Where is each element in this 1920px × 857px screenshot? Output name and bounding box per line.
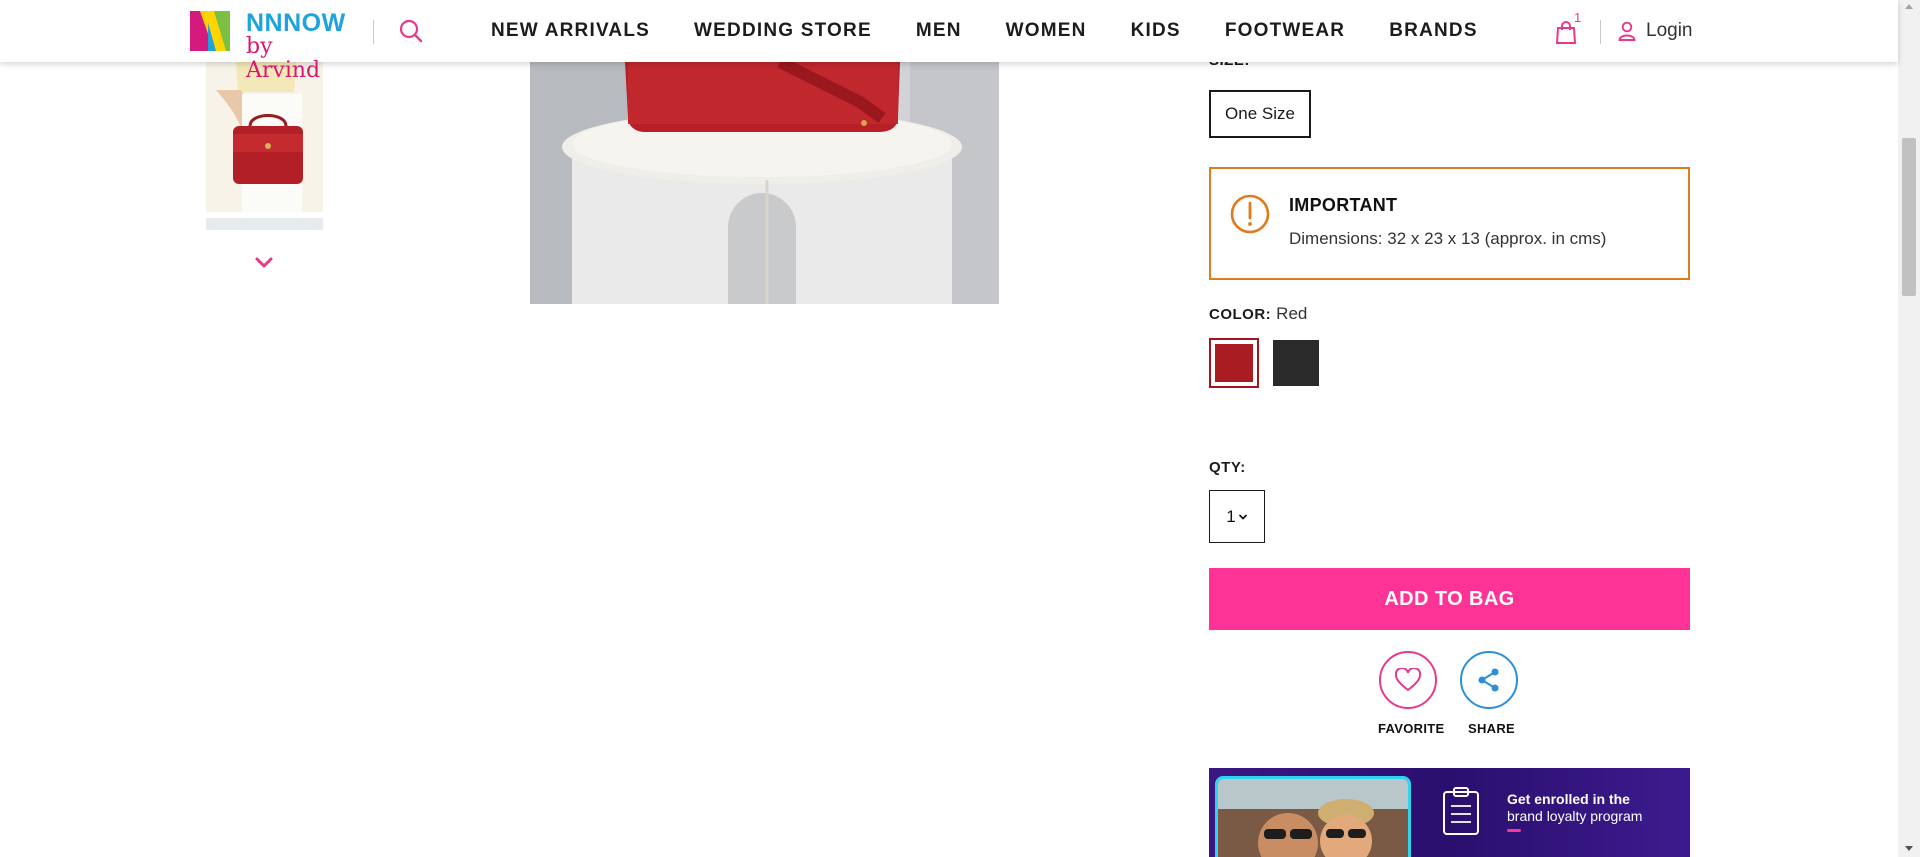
header-divider (373, 20, 374, 44)
color-label: COLOR: (1209, 306, 1272, 323)
nav-wedding-store[interactable]: WEDDING STORE (694, 18, 872, 44)
promo-line1: Get enrolled in the (1507, 791, 1630, 807)
product-photo (530, 62, 999, 304)
color-value: Red (1276, 304, 1308, 323)
thumbnail-image (206, 62, 323, 212)
logo-mark-icon (190, 11, 230, 51)
nav-men[interactable]: MEN (916, 18, 962, 44)
logo-sub: by Arvind (246, 34, 321, 83)
page-scrollbar[interactable] (1898, 0, 1920, 857)
share-button[interactable] (1460, 651, 1518, 709)
nav-new-arrivals[interactable]: NEW ARRIVALS (491, 18, 650, 44)
login-label: Login (1646, 20, 1693, 41)
promo-accent (1507, 829, 1521, 832)
qty-label: QTY: (1209, 459, 1246, 476)
color-row: COLOR: Red (1209, 304, 1307, 324)
site-header: NNNOW by Arvind NEW ARRIVALS WEDDING STO… (0, 0, 1898, 83)
color-swatch-red[interactable] (1209, 338, 1259, 388)
nav-kids[interactable]: KIDS (1131, 18, 1181, 44)
share-icon (1478, 668, 1499, 692)
chevron-down-icon[interactable] (252, 254, 276, 272)
promo-line2: brand loyalty program (1507, 808, 1643, 824)
promo-photo (1215, 776, 1411, 857)
next-thumbnail-peek[interactable] (206, 218, 323, 230)
color-swatch-black[interactable] (1273, 340, 1319, 386)
loyalty-promo-banner[interactable]: Get enrolled in the brand loyalty progra… (1209, 768, 1690, 857)
bag-count-badge: 1 (1574, 10, 1582, 25)
search-icon[interactable] (398, 18, 424, 44)
chevron-down-icon (1238, 513, 1247, 520)
login-link[interactable]: Login (1618, 18, 1693, 44)
scroll-up-icon[interactable] (1905, 4, 1913, 9)
important-title: IMPORTANT (1289, 195, 1398, 215)
favorite-button[interactable] (1379, 651, 1437, 709)
share-label: SHARE (1468, 721, 1516, 736)
important-notice: IMPORTANT Dimensions: 32 x 23 x 13 (appr… (1209, 167, 1690, 280)
heart-icon (1395, 668, 1421, 692)
nav-footwear[interactable]: FOOTWEAR (1225, 18, 1345, 44)
user-icon (1618, 21, 1636, 41)
logo-brand: NNNOW (246, 9, 346, 37)
add-to-bag-button[interactable]: ADD TO BAG (1209, 568, 1690, 630)
quantity-select[interactable]: 1 (1209, 490, 1265, 543)
alert-icon (1230, 194, 1270, 234)
scrollbar-thumb[interactable] (1902, 138, 1916, 296)
important-text: Dimensions: 32 x 23 x 13 (approx. in cms… (1289, 229, 1607, 248)
scroll-down-icon[interactable] (1905, 846, 1913, 851)
product-main-image[interactable] (530, 62, 999, 304)
favorite-label: FAVORITE (1378, 721, 1445, 736)
product-thumbnail[interactable] (206, 62, 323, 212)
nav-women[interactable]: WOMEN (1006, 18, 1087, 44)
main-nav: NEW ARRIVALS WEDDING STORE MEN WOMEN KID… (491, 18, 1522, 44)
clipboard-icon (1443, 787, 1479, 835)
nav-brands[interactable]: BRANDS (1389, 18, 1477, 44)
header-divider (1600, 20, 1601, 44)
qty-value: 1 (1226, 506, 1236, 526)
nnnow-logo[interactable]: NNNOW by Arvind (190, 9, 350, 83)
size-option-one-size[interactable]: One Size (1209, 90, 1311, 138)
